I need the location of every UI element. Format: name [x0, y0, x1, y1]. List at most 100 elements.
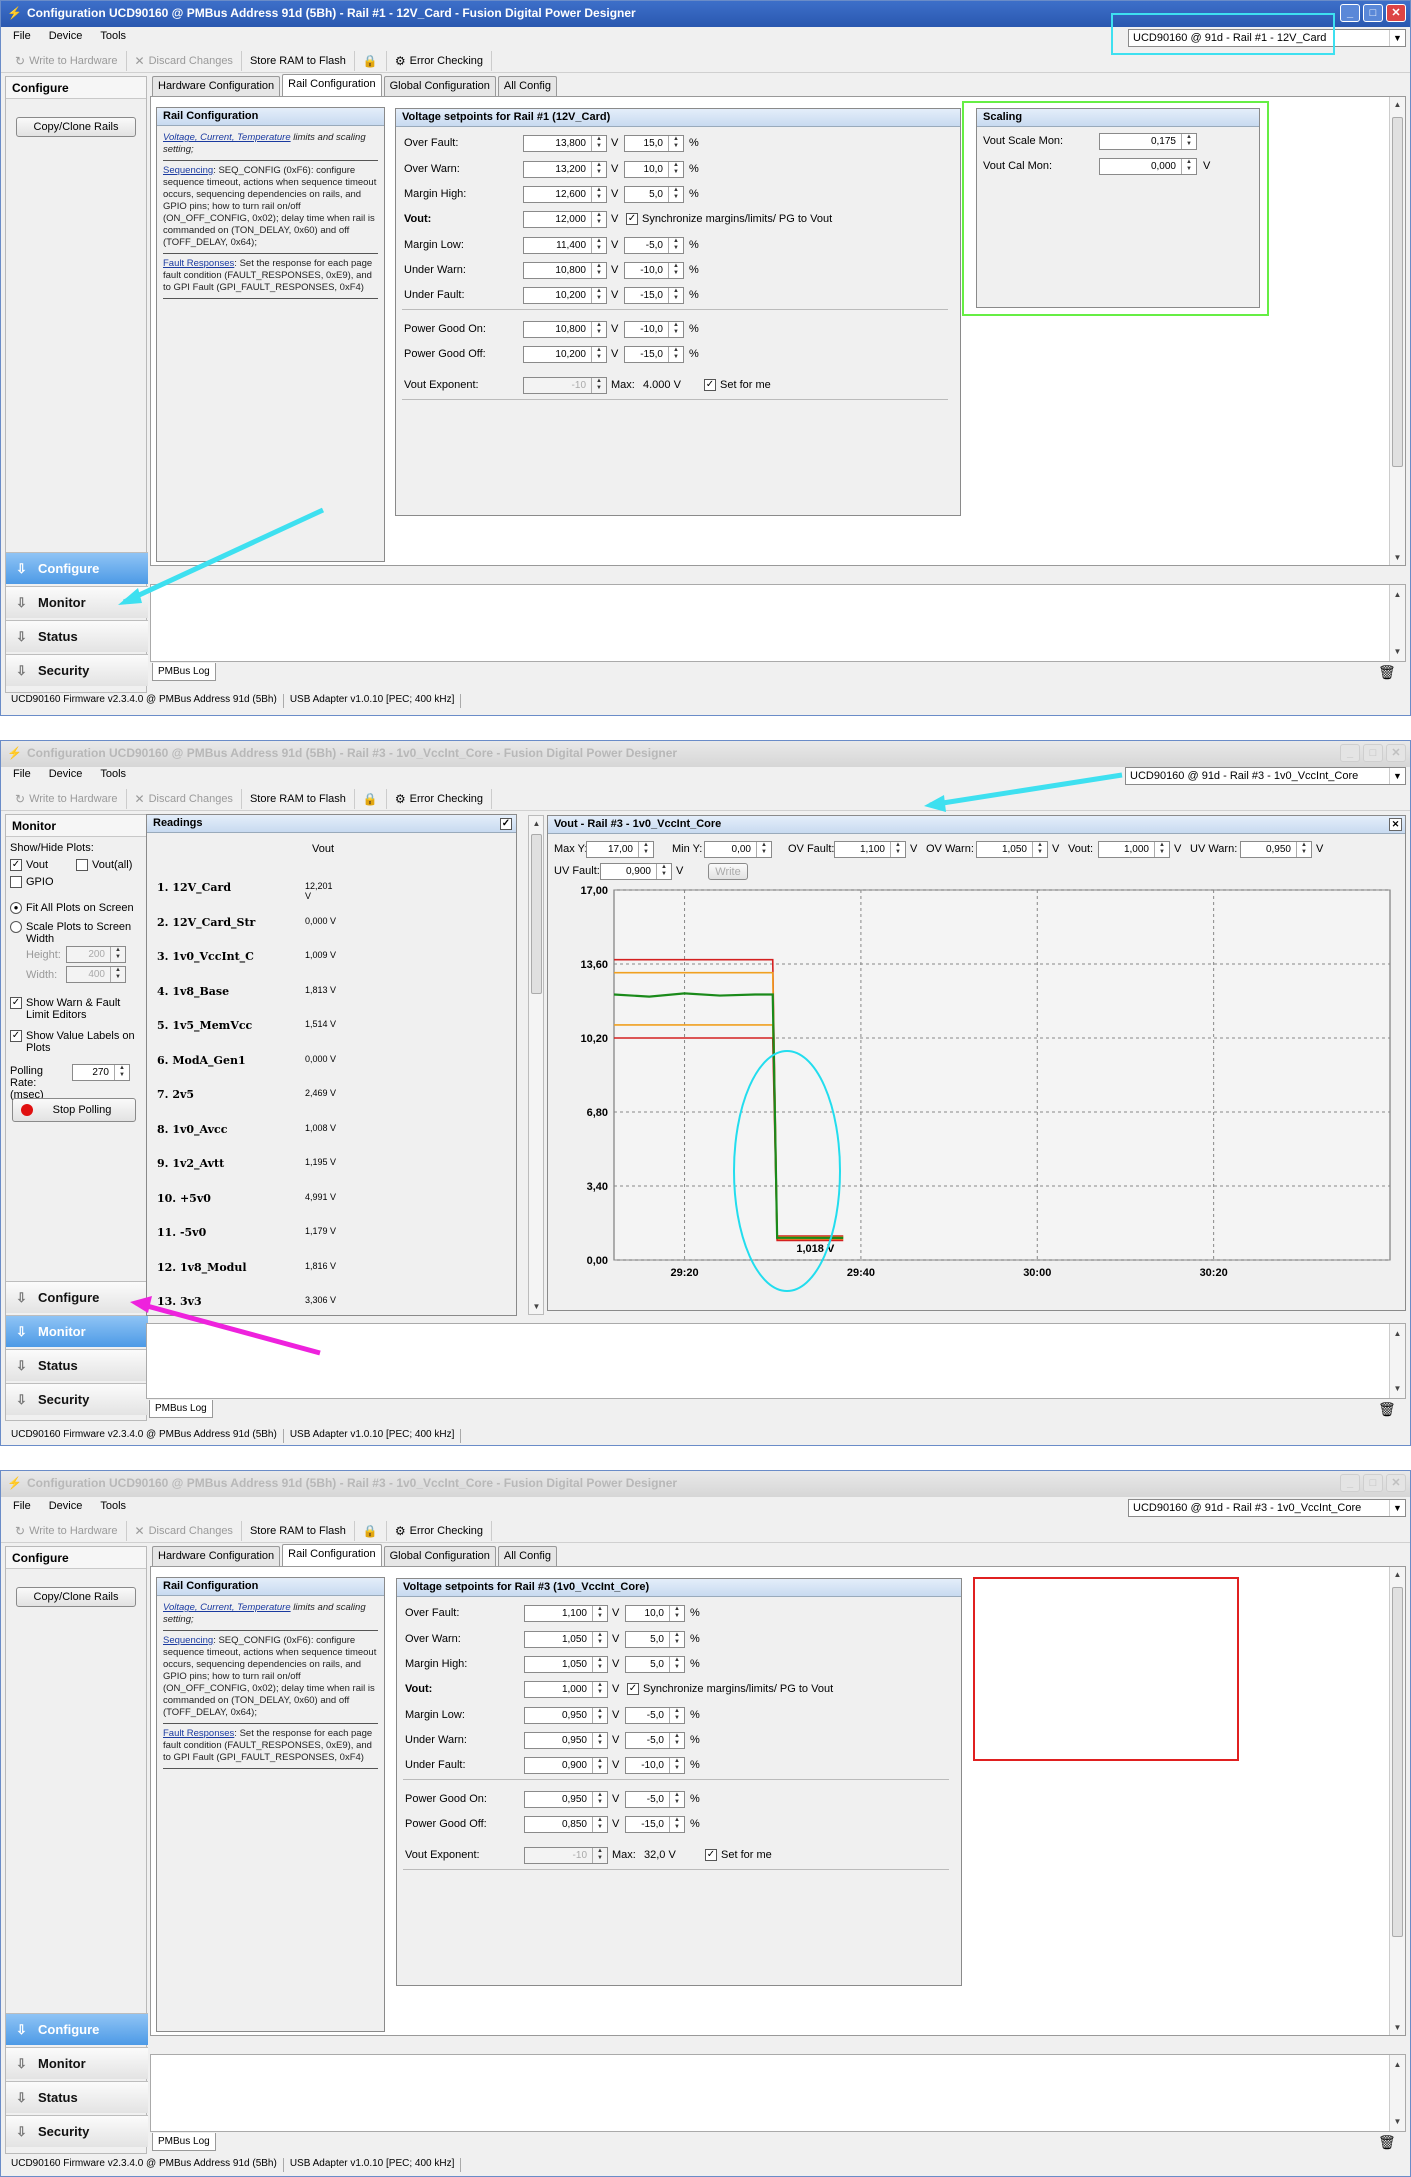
spinner-icon[interactable]: ▲ ▼ — [669, 1733, 684, 1748]
spinner-icon[interactable]: ▲ ▼ — [591, 187, 606, 202]
fit-all-radio[interactable]: ● — [10, 902, 22, 914]
readings-scrollbar[interactable]: ▲ ▼ — [528, 815, 544, 1315]
write-hardware-button[interactable]: ↻ Write to Hardware — [7, 1520, 127, 1541]
error-checking-button[interactable]: ⚙ Error Checking — [387, 1520, 492, 1541]
readings-checkbox[interactable]: ✓ — [500, 818, 512, 830]
spinner-icon[interactable]: ▲ ▼ — [656, 864, 671, 879]
height-input[interactable]: 200 ▲ ▼ — [66, 946, 126, 963]
spinner-icon[interactable]: ▲ ▼ — [669, 1792, 684, 1807]
spinner-icon[interactable]: ▲ ▼ — [1296, 842, 1311, 857]
pmbus-log-tab[interactable]: PMBus Log — [149, 1400, 213, 1418]
over-warn-percent-input[interactable]: 5,0 ▲ ▼ — [625, 1631, 685, 1648]
store-flash-button[interactable]: Store RAM to Flash — [242, 50, 355, 71]
maximize-icon[interactable]: □ — [1363, 4, 1383, 22]
gpio-checkbox[interactable] — [10, 876, 22, 888]
pg-off-percent-input[interactable]: -15,0 ▲ ▼ — [624, 346, 684, 363]
scroll-up-icon[interactable]: ▲ — [1390, 2057, 1405, 2072]
log-scrollbar[interactable]: ▲ ▼ — [1389, 2055, 1405, 2131]
lock-button[interactable]: 🔒 — [355, 788, 387, 809]
write-plot-button[interactable]: Write — [708, 863, 748, 880]
scroll-up-icon[interactable]: ▲ — [1390, 587, 1405, 602]
uv-fault-input[interactable]: 0,900 ▲ ▼ — [600, 863, 672, 880]
cal-mon-input[interactable]: 0,000 ▲ ▼ — [1099, 158, 1197, 175]
trash-icon[interactable]: 🗑 — [1378, 1401, 1396, 1418]
spinner-icon[interactable]: ▲ ▼ — [591, 136, 606, 151]
fault-responses-link[interactable]: Fault Responses — [163, 1728, 234, 1739]
spinner-icon[interactable]: ▲ ▼ — [669, 1708, 684, 1723]
write-hardware-button[interactable]: ↻ Write to Hardware — [7, 788, 127, 809]
under-warn-volts-input[interactable]: 0,950 ▲ ▼ — [524, 1732, 608, 1749]
close-icon[interactable]: ✕ — [1386, 1474, 1406, 1492]
spinner-icon[interactable]: ▲ ▼ — [668, 322, 683, 337]
minimize-icon[interactable]: _ — [1340, 4, 1360, 22]
voltage-link[interactable]: Voltage, Current, Temperature — [163, 1602, 291, 1613]
nav-monitor[interactable]: ⇩ Monitor — [6, 1315, 148, 1347]
vertical-scrollbar[interactable]: ▲ ▼ — [1389, 97, 1405, 565]
nav-configure[interactable]: ⇩ Configure — [6, 552, 148, 584]
pmbus-log-tab[interactable]: PMBus Log — [152, 663, 216, 681]
spinner-icon[interactable]: ▲ ▼ — [592, 1682, 607, 1697]
nav-security[interactable]: ⇩ Security — [6, 1383, 148, 1415]
spinner-icon[interactable]: ▲ ▼ — [592, 1632, 607, 1647]
menu-tools[interactable]: Tools — [100, 768, 126, 785]
pg-off-volts-input[interactable]: 0,850 ▲ ▼ — [524, 1816, 608, 1833]
set-for-me-checkbox[interactable]: ✓ — [705, 1849, 717, 1861]
under-warn-volts-input[interactable]: 10,800 ▲ ▼ — [523, 262, 607, 279]
ov-warn-input[interactable]: 1,050 ▲ ▼ — [976, 841, 1048, 858]
vout-all-checkbox[interactable] — [76, 859, 88, 871]
lock-button[interactable]: 🔒 — [355, 1520, 387, 1541]
trash-icon[interactable]: 🗑 — [1378, 664, 1396, 681]
menu-device[interactable]: Device — [49, 30, 83, 47]
scroll-up-icon[interactable]: ▲ — [1390, 97, 1405, 112]
store-flash-button[interactable]: Store RAM to Flash — [242, 788, 355, 809]
scroll-down-icon[interactable]: ▼ — [1390, 644, 1405, 659]
spinner-icon[interactable]: ▲ ▼ — [591, 322, 606, 337]
nav-status[interactable]: ⇩ Status — [6, 620, 148, 652]
vout-plot-input[interactable]: 1,000 ▲ ▼ — [1098, 841, 1170, 858]
scroll-down-icon[interactable]: ▼ — [1390, 2114, 1405, 2129]
spinner-icon[interactable]: ▲ ▼ — [1032, 842, 1047, 857]
spinner-icon[interactable]: ▲ ▼ — [592, 1817, 607, 1832]
vout-volts-input[interactable]: 1,000 ▲ ▼ — [524, 1681, 608, 1698]
sequencing-link[interactable]: Sequencing — [163, 1635, 213, 1646]
spinner-icon[interactable]: ▲ ▼ — [591, 238, 606, 253]
spinner-icon[interactable]: ▲ ▼ — [668, 187, 683, 202]
under-fault-percent-input[interactable]: -15,0 ▲ ▼ — [624, 287, 684, 304]
menu-device[interactable]: Device — [49, 1500, 83, 1517]
discard-button[interactable]: ✕ Discard Changes — [127, 1520, 242, 1541]
over-fault-volts-input[interactable]: 13,800 ▲ ▼ — [523, 135, 607, 152]
tab-all[interactable]: All Config — [497, 76, 557, 96]
copy-clone-button[interactable]: Copy/Clone Rails — [16, 1587, 136, 1607]
spinner-icon[interactable]: ▲ ▼ — [1181, 134, 1196, 149]
over-fault-percent-input[interactable]: 15,0 ▲ ▼ — [624, 135, 684, 152]
sync-checkbox[interactable]: ✓ — [627, 1683, 639, 1695]
under-warn-percent-input[interactable]: -10,0 ▲ ▼ — [624, 262, 684, 279]
tab-all[interactable]: All Config — [497, 1546, 557, 1566]
close-icon[interactable]: ✕ — [1386, 744, 1406, 762]
under-fault-volts-input[interactable]: 10,200 ▲ ▼ — [523, 287, 607, 304]
maximize-icon[interactable]: □ — [1363, 1474, 1383, 1492]
scroll-thumb[interactable] — [1392, 1587, 1403, 1937]
nav-security[interactable]: ⇩ Security — [6, 2115, 148, 2147]
spinner-icon[interactable]: ▲ ▼ — [110, 967, 125, 982]
pg-off-percent-input[interactable]: -15,0 ▲ ▼ — [625, 1816, 685, 1833]
show-warn-checkbox[interactable]: ✓ — [10, 997, 22, 1009]
spinner-icon[interactable]: ▲ ▼ — [756, 842, 771, 857]
over-warn-percent-input[interactable]: 10,0 ▲ ▼ — [624, 161, 684, 178]
spinner-icon[interactable]: ▲ ▼ — [668, 136, 683, 151]
pg-off-volts-input[interactable]: 10,200 ▲ ▼ — [523, 346, 607, 363]
minimize-icon[interactable]: _ — [1340, 1474, 1360, 1492]
pg-on-percent-input[interactable]: -10,0 ▲ ▼ — [624, 321, 684, 338]
spinner-icon[interactable]: ▲ ▼ — [591, 347, 606, 362]
error-checking-button[interactable]: ⚙ Error Checking — [387, 50, 492, 71]
set-for-me-checkbox[interactable]: ✓ — [704, 379, 716, 391]
vout-exp-input[interactable]: -10 ▲ ▼ — [524, 1847, 608, 1864]
menu-file[interactable]: File — [13, 1500, 31, 1517]
nav-configure[interactable]: ⇩ Configure — [6, 2013, 148, 2045]
spinner-icon[interactable]: ▲ ▼ — [669, 1606, 684, 1621]
scroll-down-icon[interactable]: ▼ — [1390, 2020, 1405, 2035]
close-icon[interactable]: ✕ — [1386, 4, 1406, 22]
menu-file[interactable]: File — [13, 30, 31, 47]
spinner-icon[interactable]: ▲ ▼ — [591, 288, 606, 303]
log-scrollbar[interactable]: ▲ ▼ — [1389, 1324, 1405, 1398]
